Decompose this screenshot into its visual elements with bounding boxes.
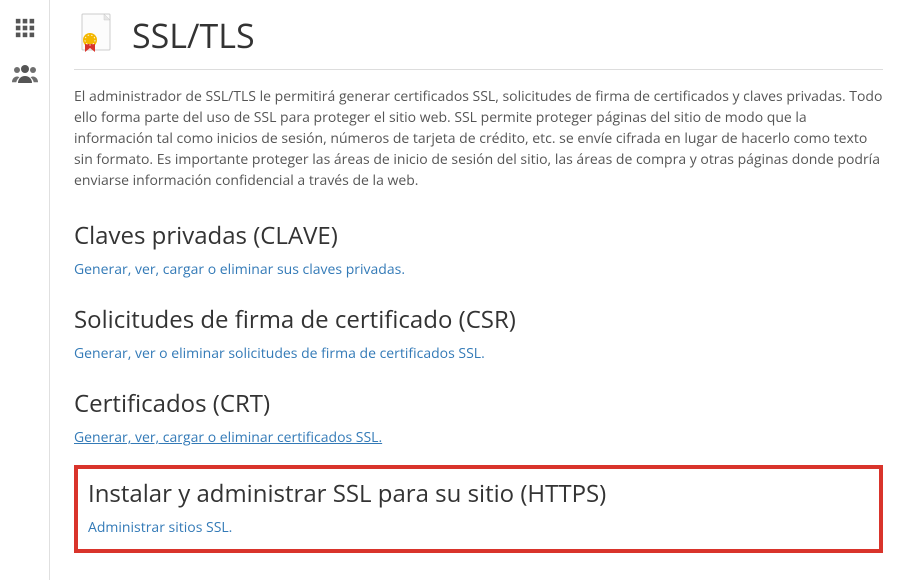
page-title: SSL/TLS: [132, 12, 255, 58]
main-content: SSL/TLS El administrador de SSL/TLS le p…: [50, 0, 907, 580]
section-title-private-keys: Claves privadas (CLAVE): [74, 219, 883, 252]
ssl-certificate-icon: [74, 10, 118, 59]
page-header: SSL/TLS: [74, 10, 883, 70]
highlight-install-ssl: Instalar y administrar SSL para su sitio…: [74, 465, 883, 553]
users-icon[interactable]: [7, 56, 43, 92]
section-title-crt: Certificados (CRT): [74, 387, 883, 420]
page-description: El administrador de SSL/TLS le permitirá…: [74, 86, 883, 191]
section-title-install: Instalar y administrar SSL para su sitio…: [88, 477, 869, 510]
left-sidebar: [0, 0, 50, 580]
link-csr[interactable]: Generar, ver o eliminar solicitudes de f…: [74, 344, 485, 363]
link-crt[interactable]: Generar, ver, cargar o eliminar certific…: [74, 428, 382, 447]
apps-icon[interactable]: [7, 10, 43, 46]
link-private-keys[interactable]: Generar, ver, cargar o eliminar sus clav…: [74, 260, 405, 279]
section-title-csr: Solicitudes de firma de certificado (CSR…: [74, 303, 883, 336]
link-install-ssl[interactable]: Administrar sitios SSL.: [88, 518, 232, 537]
